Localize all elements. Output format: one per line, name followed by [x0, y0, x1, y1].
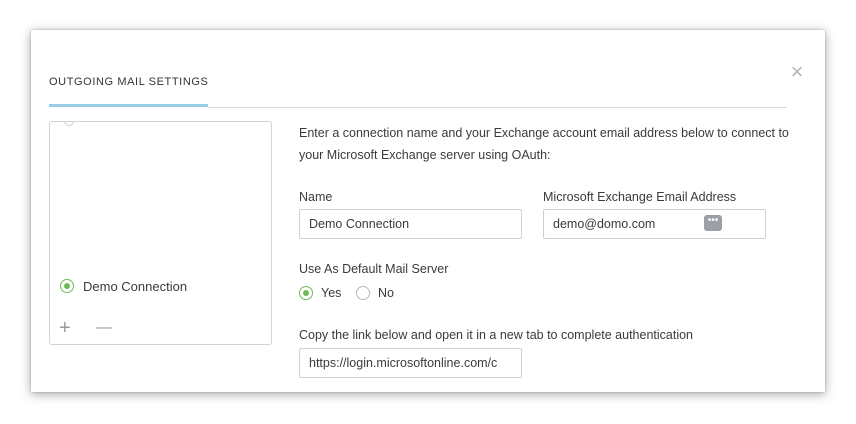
instructions-text: Enter a connection name and your Exchang…	[299, 126, 789, 162]
yes-radio[interactable]	[299, 286, 313, 300]
auth-link-label: Copy the link below and open it in a new…	[299, 328, 694, 342]
default-yes-option[interactable]: Yes	[299, 286, 341, 300]
connection-label: Demo Connection	[83, 278, 188, 294]
connection-radio[interactable]	[60, 279, 74, 293]
default-no-option[interactable]: No	[356, 286, 394, 300]
yes-label: Yes	[321, 286, 342, 300]
email-field[interactable]: demo@domo.com	[543, 209, 766, 239]
close-icon[interactable]: ×	[786, 61, 808, 83]
tab-divider	[208, 107, 787, 108]
no-label: No	[378, 286, 394, 300]
add-connection-button[interactable]: +	[59, 318, 71, 338]
no-radio[interactable]	[356, 286, 370, 300]
name-field[interactable]: Demo Connection	[299, 209, 522, 239]
list-item[interactable]: Demo Connection	[60, 277, 187, 295]
email-label: Microsoft Exchange Email Address	[543, 190, 737, 204]
auth-link-field[interactable]: https://login.microsoftonline.com/c	[299, 348, 522, 378]
list-scroll-indicator	[64, 122, 74, 126]
remove-connection-button[interactable]: —	[96, 318, 112, 338]
tab-outgoing-mail-settings[interactable]: OUTGOING MAIL SETTINGS	[49, 76, 208, 88]
default-server-label: Use As Default Mail Server	[299, 262, 449, 276]
name-label: Name	[299, 190, 333, 204]
connection-list[interactable]: Demo Connection + —	[49, 121, 272, 345]
active-tab-indicator	[49, 104, 208, 107]
more-dots-icon[interactable]: •••	[704, 215, 722, 231]
